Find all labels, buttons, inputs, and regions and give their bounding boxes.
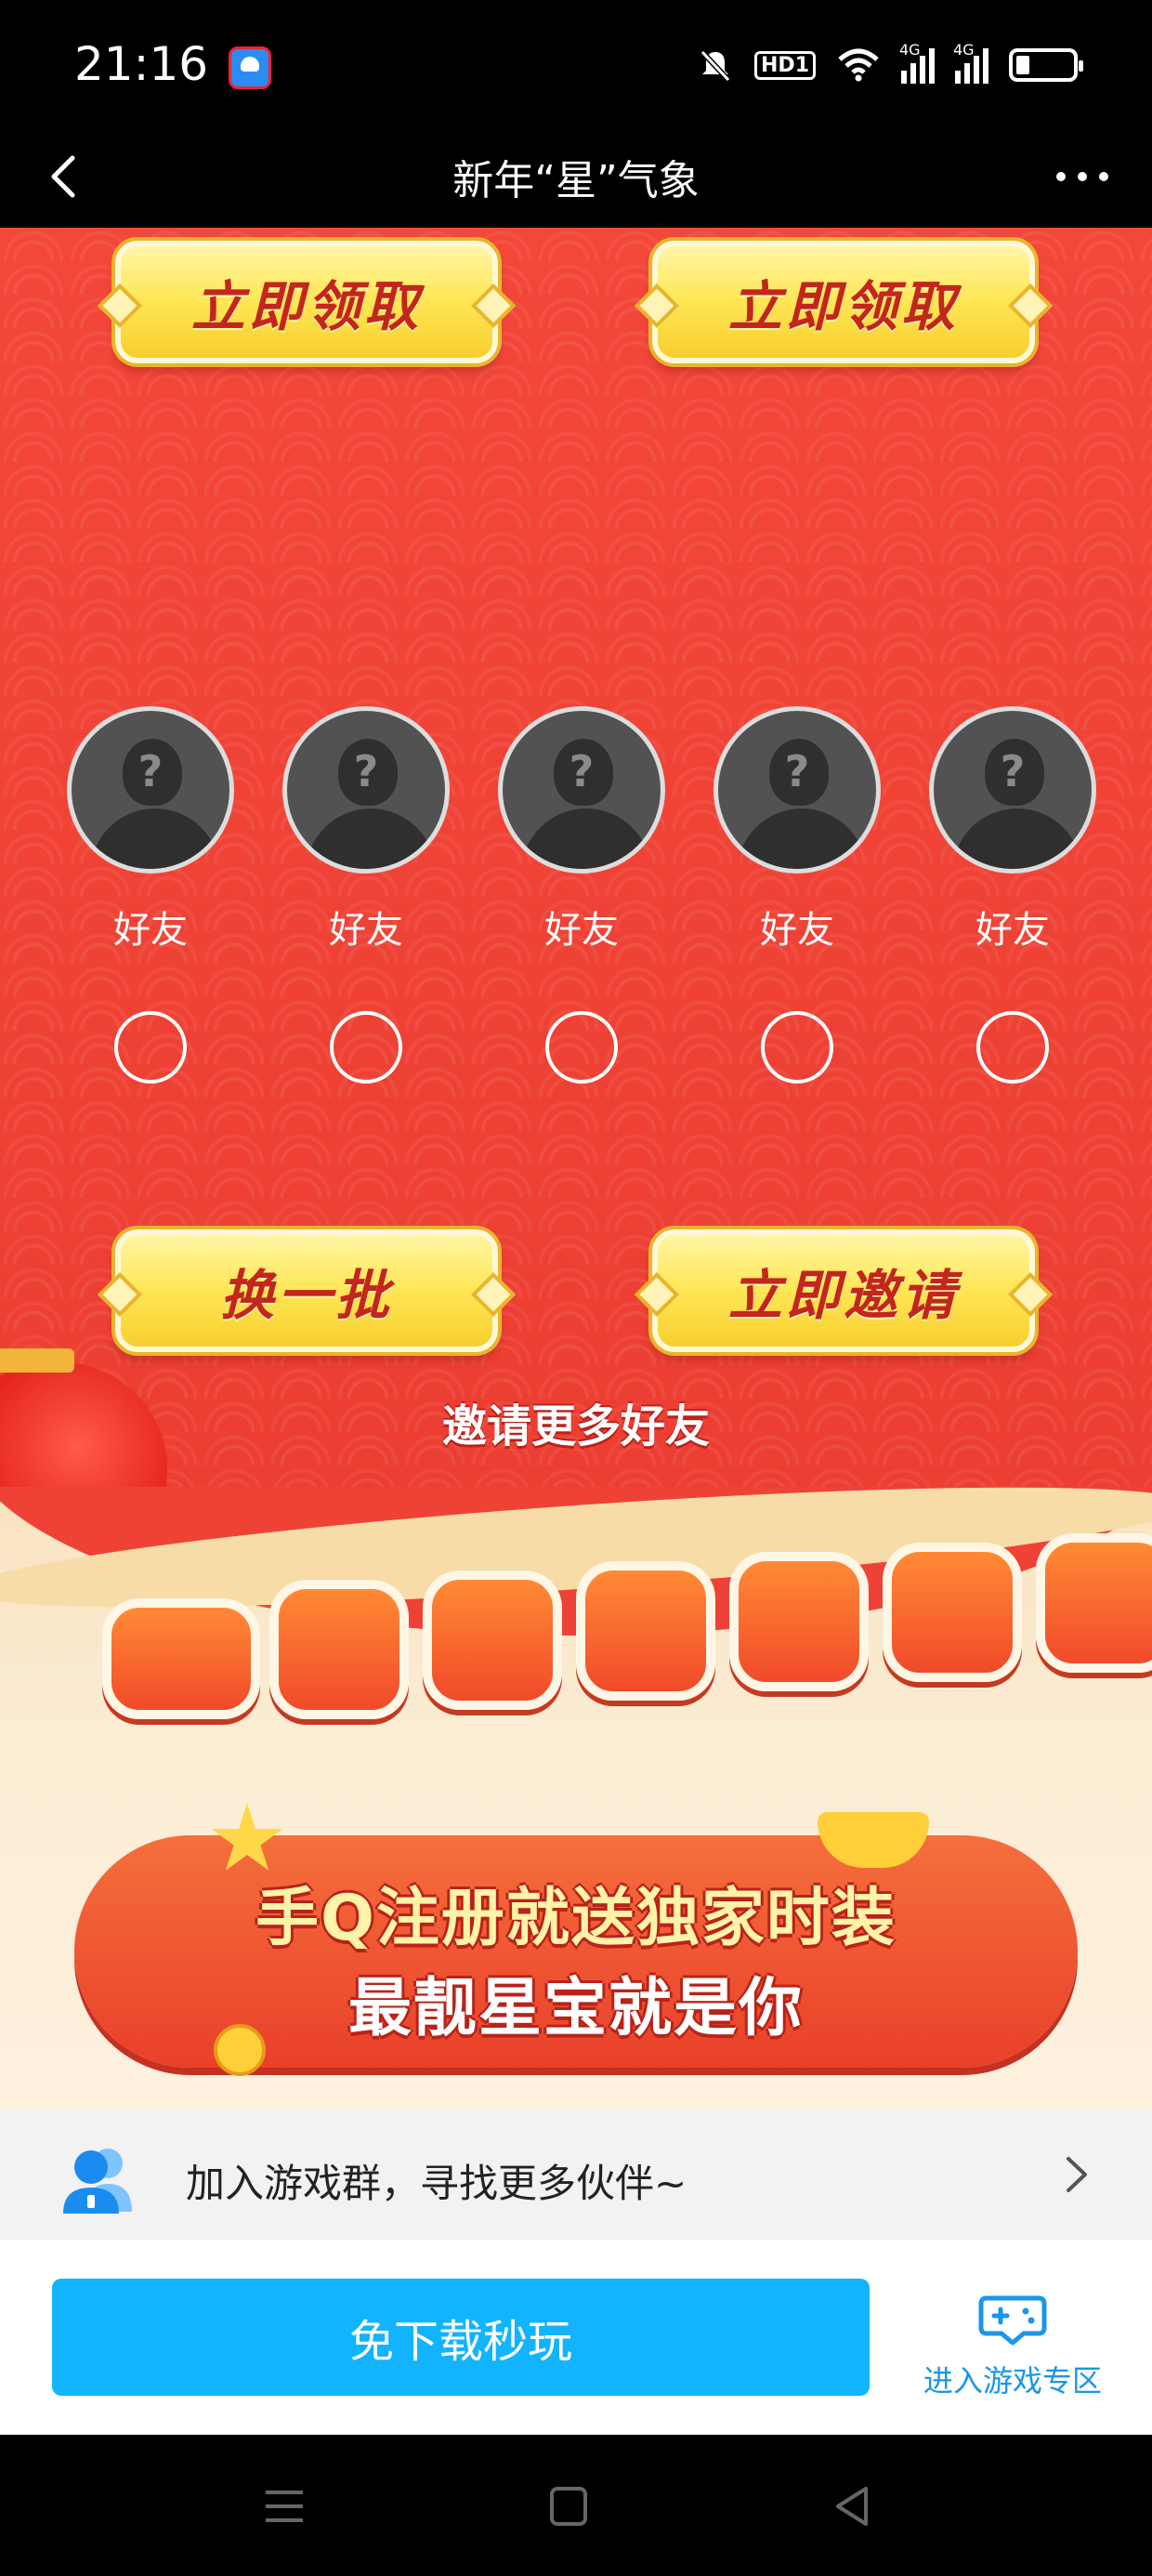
status-bar: 21:16 HD1 4G 4G [0, 0, 1152, 130]
invite-more-link[interactable]: 邀请更多好友 [0, 1389, 1152, 1454]
promo-title-art [102, 1533, 1152, 1756]
friend-select-radio[interactable] [976, 1011, 1049, 1084]
signal-icon-2: 4G [953, 41, 988, 84]
friend-label: 好友 [329, 909, 403, 952]
page-title: 新年“星”气象 [452, 157, 700, 204]
friend-label: 好友 [975, 909, 1050, 952]
promo-subheadline: 最靓星宝就是你 [347, 1972, 804, 2045]
hd-icon: HD1 [754, 50, 816, 80]
battery-icon [1009, 48, 1083, 82]
game-zone-link[interactable]: 进入游戏专区 [910, 2291, 1115, 2400]
join-group-row[interactable]: 加入游戏群，寻找更多伙伴~ [0, 2109, 1152, 2240]
event-panel: 立即领取 立即领取 ? 好友 ? 好友 ? 好友 ? 好友 ? 好友 换一批 立… [0, 228, 1152, 1492]
friend-select-radio[interactable] [330, 1011, 402, 1084]
join-group-text: 加入游戏群，寻找更多伙伴~ [186, 2161, 687, 2206]
home-square-icon[interactable] [541, 2481, 596, 2531]
avatar-placeholder-icon: ? [282, 706, 450, 874]
avatar-placeholder-icon: ? [498, 706, 665, 874]
claim-button-2[interactable]: 立即领取 [652, 241, 1035, 363]
instant-play-button[interactable]: 免下载秒玩 [52, 2279, 870, 2396]
friend-slot-3[interactable]: ? 好友 [498, 706, 665, 1084]
back-triangle-icon[interactable] [825, 2481, 881, 2531]
app-notification-icon [229, 46, 271, 89]
invite-button-label: 立即邀请 [727, 1264, 959, 1327]
friend-select-radio[interactable] [545, 1011, 618, 1084]
friend-label: 好友 [113, 909, 188, 952]
claim-button-2-label: 立即领取 [727, 275, 959, 338]
friend-slot-2[interactable]: ? 好友 [282, 706, 450, 1084]
promo-headline: 手Q注册就送独家时装 [255, 1882, 897, 1955]
refresh-button-label: 换一批 [219, 1264, 393, 1327]
gamepad-icon [978, 2295, 1047, 2346]
status-time: 21:16 [74, 37, 209, 91]
friend-slot-1[interactable]: ? 好友 [67, 706, 234, 1084]
claim-button-1[interactable]: 立即领取 [115, 241, 498, 363]
claim-button-1-label: 立即领取 [190, 275, 422, 338]
friend-slot-5[interactable]: ? 好友 [929, 706, 1096, 1084]
avatar-placeholder-icon: ? [67, 706, 234, 874]
friend-label: 好友 [544, 909, 619, 952]
group-users-icon [63, 2149, 132, 2214]
status-icons: HD1 4G 4G [697, 41, 1083, 84]
friend-select-radio[interactable] [114, 1011, 187, 1084]
lantern-decoration [0, 1348, 167, 1492]
menu-icon[interactable] [256, 2481, 312, 2531]
nav-bar: 新年“星”气象 [0, 130, 1152, 228]
signal-icon: 4G [899, 41, 935, 84]
friend-select-radio[interactable] [761, 1011, 833, 1084]
refresh-button[interactable]: 换一批 [115, 1229, 498, 1352]
wifi-icon [838, 48, 879, 82]
invite-button[interactable]: 立即邀请 [652, 1229, 1035, 1352]
mute-icon [700, 49, 731, 83]
promo-banner[interactable]: 手Q注册就送独家时装 最靓星宝就是你 [0, 1487, 1152, 2109]
friend-label: 好友 [760, 909, 834, 952]
system-nav-bar [0, 2435, 1152, 2576]
chevron-right-icon [1067, 2157, 1087, 2192]
avatar-placeholder-icon: ? [929, 706, 1096, 874]
friend-slot-4[interactable]: ? 好友 [713, 706, 881, 1084]
more-dots-icon[interactable] [1050, 149, 1115, 204]
avatar-placeholder-icon: ? [713, 706, 881, 874]
game-zone-label: 进入游戏专区 [923, 2363, 1102, 2399]
action-bar: 免下载秒玩 进入游戏专区 [0, 2240, 1152, 2435]
